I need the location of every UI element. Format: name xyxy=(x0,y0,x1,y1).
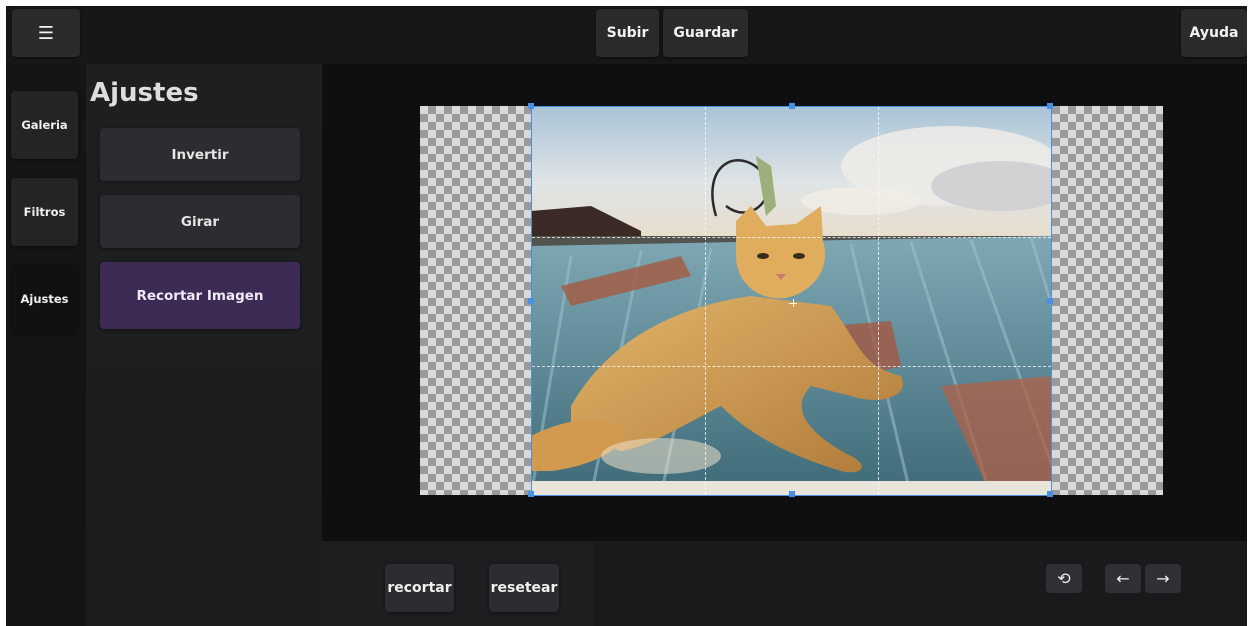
arrow-right-icon: → xyxy=(1156,569,1170,588)
crop-handle-top-left[interactable] xyxy=(528,103,534,109)
top-toolbar: ☰ Subir Guardar Ayuda xyxy=(6,6,1247,64)
reset-button[interactable]: resetear xyxy=(489,564,559,612)
undo-icon: ⟲ xyxy=(1057,569,1071,588)
upload-button[interactable]: Subir xyxy=(596,9,659,57)
help-button[interactable]: Ayuda xyxy=(1181,9,1247,57)
side-navigation: Galeria Filtros Ajustes xyxy=(6,64,86,626)
image-canvas xyxy=(322,64,1247,541)
crop-handle-top-right[interactable] xyxy=(1047,103,1053,109)
crop-handle-top[interactable] xyxy=(789,103,795,109)
crop-handle-left[interactable] xyxy=(528,298,534,304)
crop-grid-line xyxy=(532,366,1051,367)
next-button[interactable]: → xyxy=(1145,564,1181,593)
invert-button[interactable]: Invertir xyxy=(100,128,300,181)
crop-handle-right[interactable] xyxy=(1047,298,1053,304)
undo-button[interactable]: ⟲ xyxy=(1046,564,1082,593)
nav-item-adjustments[interactable]: Ajustes xyxy=(11,265,78,333)
crop-toolbar: recortar resetear ⟲ ← → xyxy=(322,541,1247,626)
crop-handle-bottom[interactable] xyxy=(789,491,795,497)
crop-grid-line xyxy=(532,237,1051,238)
crop-handle-bottom-right[interactable] xyxy=(1047,491,1053,497)
adjustments-panel: Ajustes Invertir Girar Recortar Imagen xyxy=(86,64,322,626)
crop-center-crosshair-icon[interactable] xyxy=(789,299,797,307)
arrow-left-icon: ← xyxy=(1116,569,1130,588)
apply-crop-button[interactable]: recortar xyxy=(385,564,454,612)
nav-item-filters[interactable]: Filtros xyxy=(11,178,78,246)
save-button[interactable]: Guardar xyxy=(663,9,748,57)
image-editor-app: ☰ Subir Guardar Ayuda Galeria Filtros Aj… xyxy=(6,6,1247,626)
menu-button[interactable]: ☰ xyxy=(12,9,80,57)
crop-handle-bottom-left[interactable] xyxy=(528,491,534,497)
panel-title: Ajustes xyxy=(90,78,199,108)
nav-item-gallery[interactable]: Galeria xyxy=(11,91,78,159)
crop-grid-line xyxy=(705,107,706,495)
rotate-button[interactable]: Girar xyxy=(100,195,300,248)
crop-grid-line xyxy=(878,107,879,495)
crop-frame[interactable] xyxy=(528,103,1053,497)
menu-icon: ☰ xyxy=(37,22,55,44)
previous-button[interactable]: ← xyxy=(1105,564,1141,593)
crop-image-button[interactable]: Recortar Imagen xyxy=(100,262,300,329)
